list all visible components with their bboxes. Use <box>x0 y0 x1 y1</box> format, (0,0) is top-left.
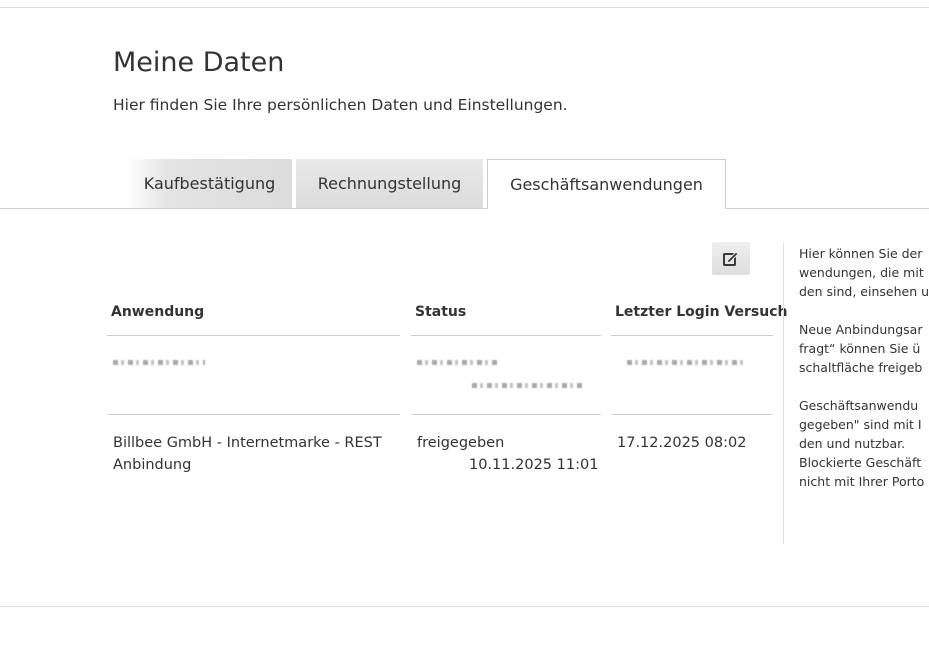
info-paragraph-3: Geschäftsanwendu gegeben" sind mit I den… <box>799 398 925 489</box>
header-divider <box>107 335 400 336</box>
application-name: Billbee GmbH - Internetmarke - REST Anbi… <box>113 435 382 473</box>
edit-button[interactable] <box>712 242 750 275</box>
column-header-letzter-login[interactable]: Letzter Login Versuch <box>615 304 787 320</box>
edit-icon <box>723 250 739 266</box>
last-login-value: 17.12.2025 08:02 <box>617 435 747 451</box>
tab-rechnungstellung[interactable]: Rechnungstellung <box>296 159 483 208</box>
header-divider <box>611 335 773 336</box>
column-header-anwendung[interactable]: Anwendung <box>111 304 204 320</box>
status-value: freigegeben <box>417 435 505 451</box>
row-divider <box>611 414 773 415</box>
redacted-text <box>113 360 205 365</box>
row-divider <box>107 414 400 415</box>
tab-kaufbestaetigung[interactable]: Kaufbestätigung <box>127 159 292 208</box>
redacted-text <box>417 360 497 365</box>
tab-label: Rechnungstellung <box>317 174 462 193</box>
tabs-baseline <box>0 208 929 209</box>
bottom-divider <box>0 606 929 607</box>
page-subtitle: Hier finden Sie Ihre persönlichen Daten … <box>113 96 568 114</box>
tab-geschaeftsanwendungen[interactable]: Geschäftsanwendungen <box>487 159 726 209</box>
row-divider <box>411 414 601 415</box>
status-date: 10.11.2025 11:01 <box>469 457 599 473</box>
info-paragraph-1: Hier können Sie der wendungen, die mit d… <box>799 246 929 299</box>
tab-label: Geschäftsanwendungen <box>510 174 703 194</box>
sidebar-divider <box>783 243 784 544</box>
tab-label: Kaufbestätigung <box>143 174 276 193</box>
page-title: Meine Daten <box>113 47 285 78</box>
info-paragraph-2: Neue Anbindungsar fragt“ können Sie ü sc… <box>799 322 923 375</box>
top-divider <box>0 7 929 8</box>
redacted-text <box>627 360 743 365</box>
header-divider <box>411 335 601 336</box>
redacted-text <box>472 383 582 388</box>
info-panel: Hier können Sie der wendungen, die mit d… <box>799 244 929 510</box>
column-header-status[interactable]: Status <box>415 304 466 320</box>
